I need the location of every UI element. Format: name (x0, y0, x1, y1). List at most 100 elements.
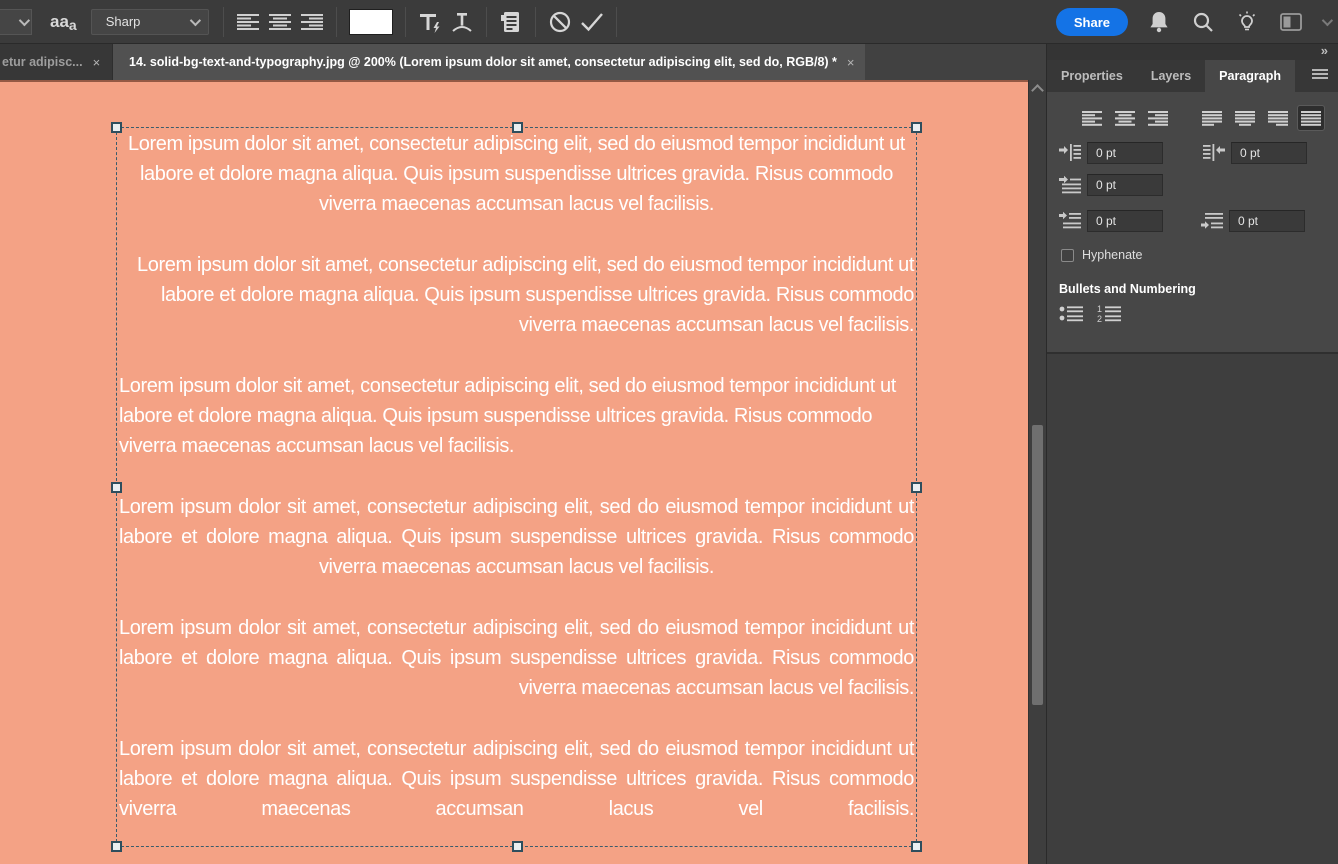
indent-right-margin-input[interactable] (1231, 142, 1307, 164)
commit-check-icon (580, 12, 603, 31)
type-layer-bounding-box[interactable]: Lorem ipsum dolor sit amet, consectetur … (111, 122, 922, 852)
document-canvas[interactable]: Lorem ipsum dolor sit amet, consectetur … (0, 80, 1028, 864)
handle-top-left[interactable] (111, 122, 122, 133)
scroll-up-icon[interactable] (1031, 84, 1044, 97)
align-right-button[interactable] (296, 6, 328, 38)
indent-right-margin-icon (1203, 144, 1225, 161)
type-layer-text[interactable]: Lorem ipsum dolor sit amet, consectetur … (119, 128, 914, 846)
indent-left-margin-icon (1059, 144, 1081, 161)
align-center-button[interactable] (264, 6, 296, 38)
paragraph-left[interactable]: Lorem ipsum dolor sit amet, consectetur … (119, 371, 914, 461)
lightbulb-icon (1238, 11, 1256, 31)
separator (615, 6, 617, 37)
separator (485, 6, 487, 37)
workspace-switcher-button[interactable] (1278, 9, 1304, 35)
align-center-button[interactable] (1112, 106, 1138, 130)
scrollbar-thumb[interactable] (1032, 425, 1043, 705)
canvas-vertical-scrollbar[interactable] (1028, 80, 1046, 864)
workspace-icon (1280, 13, 1302, 31)
cancel-edits-button[interactable] (544, 6, 576, 38)
justify-last-left-button[interactable] (1199, 106, 1225, 130)
expand-panels-icon[interactable]: » (1321, 44, 1328, 58)
align-center-icon (268, 13, 291, 30)
paragraph-alignment-row (1059, 104, 1328, 132)
numbered-list-icon[interactable]: 1 2 (1097, 304, 1123, 324)
space-before-paragraph-input[interactable] (1087, 210, 1163, 232)
anti-alias-value: Sharp (105, 14, 141, 29)
share-button[interactable]: Share (1055, 8, 1128, 36)
panels-toggle-icon (500, 11, 519, 32)
tab-properties[interactable]: Properties (1047, 60, 1137, 92)
document-tab-title: etur adipisc... (2, 55, 83, 69)
panel-tab-strip: Properties Layers Paragraph (1047, 60, 1338, 92)
document-tab-inactive[interactable]: etur adipisc... × (0, 44, 113, 80)
discover-button[interactable] (1234, 9, 1260, 35)
commit-edits-button[interactable] (576, 6, 608, 38)
space-after-paragraph-icon (1201, 213, 1223, 229)
align-right-button[interactable] (1145, 106, 1171, 130)
tab-layers[interactable]: Layers (1137, 60, 1205, 92)
align-left-button[interactable] (232, 6, 264, 38)
notifications-button[interactable] (1146, 9, 1172, 35)
indent-first-line-input[interactable] (1087, 174, 1163, 196)
bulleted-list-icon[interactable] (1059, 304, 1085, 324)
anti-alias-select[interactable]: Sharp (90, 8, 209, 35)
cancel-icon (549, 11, 570, 32)
paragraph-justify-all[interactable]: Lorem ipsum dolor sit amet, consectetur … (119, 734, 914, 824)
document-tab-bar: etur adipisc... × 14. solid-bg-text-and-… (0, 44, 1046, 80)
justify-last-center-button[interactable] (1232, 106, 1258, 130)
align-right-icon (1148, 110, 1168, 126)
svg-text:1: 1 (1097, 304, 1102, 314)
warp-text-icon (452, 12, 472, 32)
justify-all-button[interactable] (1297, 105, 1325, 131)
paragraph-panel: Hyphenate Bullets and Numbering 1 2 (1047, 92, 1338, 352)
paragraph-justify-right[interactable]: Lorem ipsum dolor sit amet, consectetur … (119, 613, 914, 703)
paragraph-center[interactable]: Lorem ipsum dolor sit amet, consectetur … (119, 129, 914, 219)
search-icon (1193, 12, 1213, 32)
font-size-select-partial[interactable] (0, 8, 32, 35)
justify-last-right-button[interactable] (1265, 106, 1291, 130)
document-tab-title: 14. solid-bg-text-and-typography.jpg @ 2… (129, 55, 837, 69)
app-bar-right: Share (1055, 0, 1334, 44)
handle-bottom-left[interactable] (111, 841, 122, 852)
chevron-down-icon (189, 14, 201, 26)
document-tab-active[interactable]: 14. solid-bg-text-and-typography.jpg @ 2… (113, 44, 865, 80)
handle-top-right[interactable] (911, 122, 922, 133)
handle-bottom-right[interactable] (911, 841, 922, 852)
handle-top-center[interactable] (512, 122, 523, 133)
justify-last-left-icon (1202, 110, 1222, 126)
space-after-paragraph-input[interactable] (1229, 210, 1305, 232)
handle-bottom-center[interactable] (512, 841, 523, 852)
hyphenate-toggle[interactable]: Hyphenate (1059, 248, 1328, 262)
hyphenate-label: Hyphenate (1082, 248, 1143, 262)
anti-alias-icon: aaa (50, 11, 77, 33)
dock-header-strip: » (1047, 44, 1338, 60)
photoshop-window: aaa Sharp Share etur adipisc... × 14. so… (0, 0, 1338, 864)
paragraph-justify-center[interactable]: Lorem ipsum dolor sit amet, consectetur … (119, 492, 914, 582)
svg-text:2: 2 (1097, 314, 1102, 324)
separator (534, 6, 536, 37)
justify-last-right-icon (1268, 110, 1288, 126)
separator (335, 6, 337, 37)
close-tab-icon[interactable]: × (93, 55, 101, 70)
panel-menu-icon[interactable] (1312, 69, 1328, 80)
handle-middle-left[interactable] (111, 482, 122, 493)
paragraph-right[interactable]: Lorem ipsum dolor sit amet, consectetur … (119, 250, 914, 340)
text-color-swatch[interactable] (348, 8, 393, 35)
chevron-down-icon (18, 14, 31, 26)
align-left-button[interactable] (1079, 106, 1105, 130)
tab-paragraph[interactable]: Paragraph (1205, 60, 1295, 92)
empty-dock-area (1047, 352, 1338, 864)
type-lightning-icon (419, 13, 440, 33)
search-button[interactable] (1190, 9, 1216, 35)
align-right-icon (300, 13, 323, 30)
type-lightning-button[interactable] (414, 6, 446, 38)
align-center-icon (1115, 110, 1135, 126)
toggle-character-paragraph-panels-button[interactable] (495, 6, 527, 38)
separator (222, 6, 224, 37)
warp-text-button[interactable] (446, 6, 478, 38)
indent-left-margin-input[interactable] (1087, 142, 1163, 164)
hyphenate-checkbox[interactable] (1061, 248, 1074, 262)
close-tab-icon[interactable]: × (847, 55, 855, 70)
handle-middle-right[interactable] (911, 482, 922, 493)
